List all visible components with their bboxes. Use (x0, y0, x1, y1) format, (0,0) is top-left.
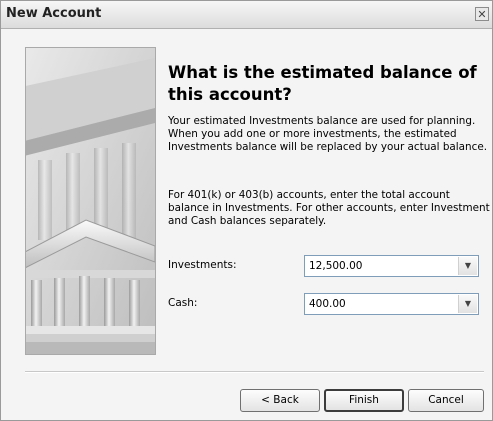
investments-combobox[interactable]: 12,500.00 ▼ (304, 255, 479, 277)
cash-value: 400.00 (309, 298, 346, 310)
close-icon[interactable]: ✕ (475, 7, 489, 21)
title-bar: New Account ✕ (1, 1, 492, 29)
investments-value: 12,500.00 (309, 260, 363, 272)
cash-combobox[interactable]: 400.00 ▼ (304, 293, 479, 315)
cancel-button[interactable]: Cancel (408, 389, 484, 412)
window-title: New Account (6, 6, 102, 21)
bank-building-illustration (25, 47, 156, 355)
page-heading: What is the estimated balance of this ac… (168, 63, 477, 104)
description-paragraph-2: For 401(k) or 403(b) accounts, enter the… (168, 189, 490, 227)
chevron-down-icon[interactable]: ▼ (458, 295, 477, 313)
new-account-dialog: New Account ✕ What is the estimated bala… (0, 0, 493, 421)
chevron-down-icon[interactable]: ▼ (458, 257, 477, 275)
back-button[interactable]: < Back (240, 389, 320, 412)
divider (25, 371, 484, 373)
finish-button[interactable]: Finish (324, 389, 404, 412)
description-paragraph-1: Your estimated Investments balance are u… (168, 115, 488, 153)
cash-label: Cash: (168, 297, 198, 309)
investments-label: Investments: (168, 259, 237, 271)
